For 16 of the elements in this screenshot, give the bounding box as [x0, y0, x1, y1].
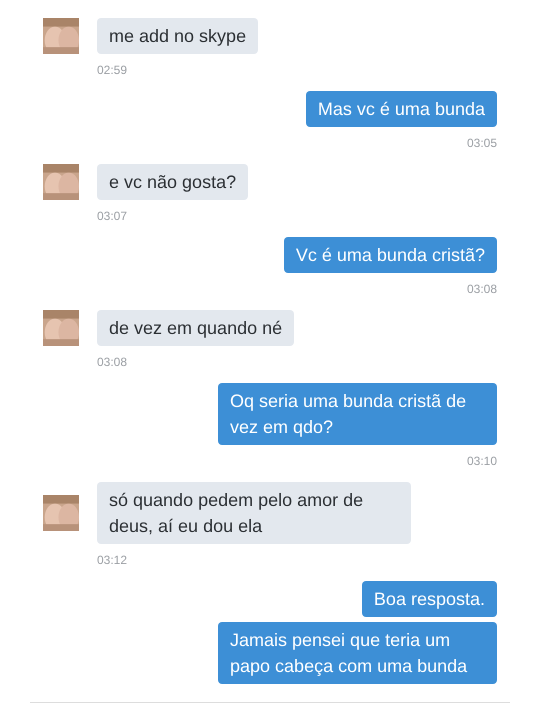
message-time: 03:05 [466, 136, 497, 150]
message-bubble: e vc não gosta? [97, 164, 248, 200]
message-bubble: Vc é uma bunda cristã? [284, 237, 497, 273]
message-time: 03:08 [466, 282, 497, 296]
message-bubble: só quando pedem pelo amor de deus, aí eu dou ela [97, 482, 411, 544]
message-time: 03:07 [97, 209, 128, 223]
message-time: 03:12 [97, 553, 128, 567]
message-time: 03:10 [466, 454, 497, 468]
message-bubble: me add no skype [97, 18, 258, 54]
message-bubble: Mas vc é uma bunda [306, 91, 497, 127]
message-bubble: Oq seria uma bunda cristã de vez em qdo? [218, 383, 497, 445]
message-bubble: Jamais pensei que teria um papo cabeça com uma bunda [218, 622, 497, 684]
message-bubble: Boa resposta. [362, 581, 497, 617]
message-time: 03:08 [97, 355, 128, 369]
message-bubble: de vez em quando né [97, 310, 294, 346]
message-time: 02:59 [97, 63, 128, 77]
